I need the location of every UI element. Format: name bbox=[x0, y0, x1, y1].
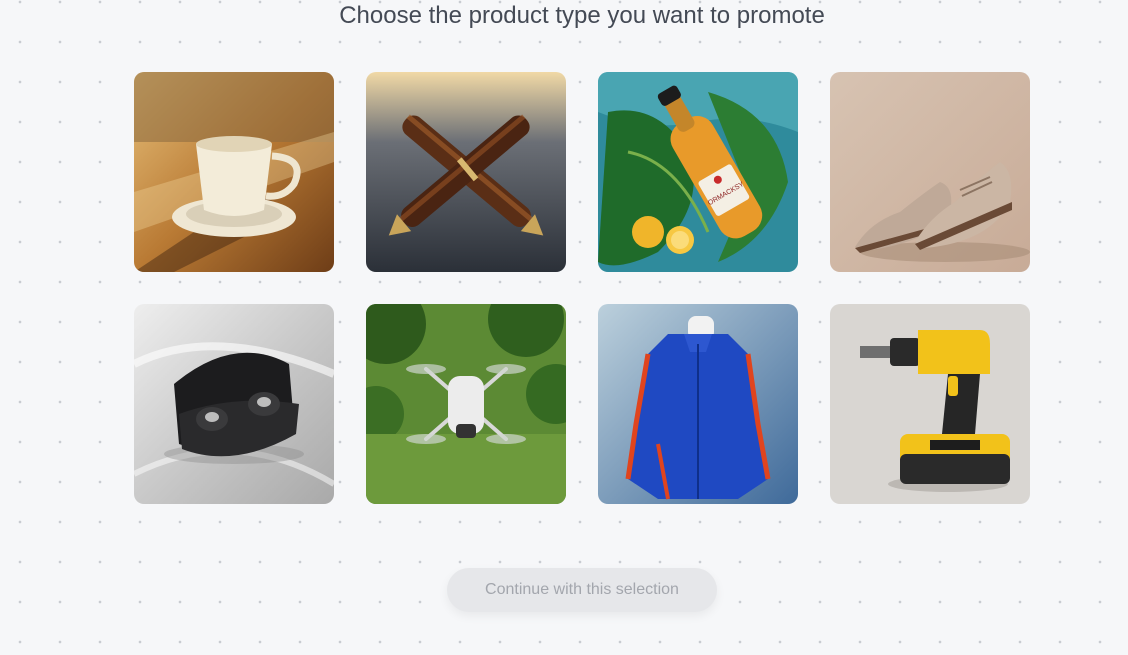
fountain-pens-image bbox=[366, 72, 566, 272]
sparkling-bottle-image: ORMACKSY bbox=[598, 72, 798, 272]
product-tile-fountain-pens[interactable] bbox=[366, 72, 566, 272]
product-tile-coffee-cup[interactable] bbox=[134, 72, 334, 272]
product-tile-leather-shoes[interactable] bbox=[830, 72, 1030, 272]
jacket-image bbox=[598, 304, 798, 504]
continue-button[interactable]: Continue with this selection bbox=[447, 568, 717, 612]
product-tile-jacket[interactable] bbox=[598, 304, 798, 504]
coffee-cup-image bbox=[134, 72, 334, 272]
earbuds-image bbox=[134, 304, 334, 504]
page-title: Choose the product type you want to prom… bbox=[339, 2, 825, 29]
product-tile-power-drill[interactable] bbox=[830, 304, 1030, 504]
product-tile-earbuds[interactable] bbox=[134, 304, 334, 504]
leather-shoes-image bbox=[830, 72, 1030, 272]
product-tile-sparkling-bottle[interactable]: ORMACKSY bbox=[598, 72, 798, 272]
power-drill-image bbox=[830, 304, 1030, 504]
product-grid: ORMACKSY bbox=[134, 72, 1030, 504]
drone-image bbox=[366, 304, 566, 504]
product-tile-drone[interactable] bbox=[366, 304, 566, 504]
